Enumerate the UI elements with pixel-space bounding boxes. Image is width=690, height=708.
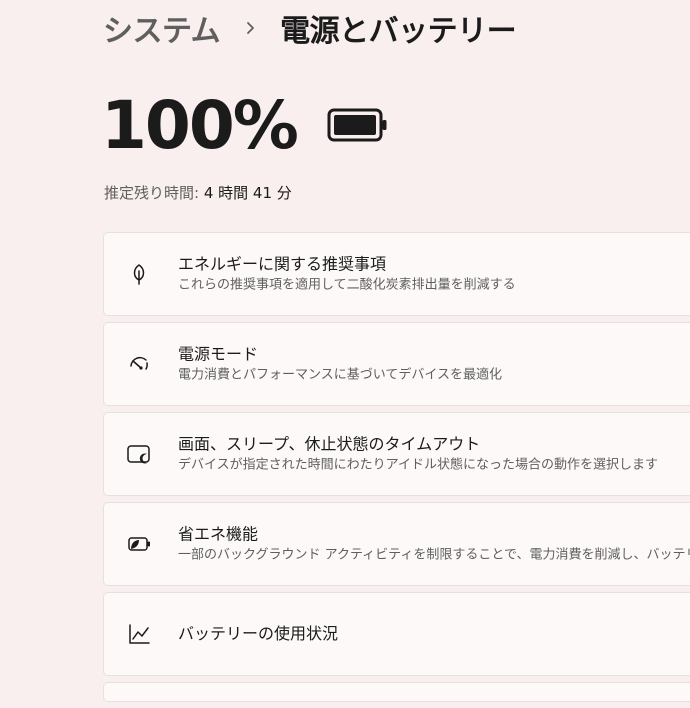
page-title: 電源とバッテリー bbox=[280, 14, 517, 49]
battery-estimate: 推定残り時間: 4 時間 41 分 bbox=[104, 182, 292, 203]
battery-percent: 100% bbox=[101, 86, 299, 164]
battery-usage-card[interactable]: バッテリーの使用状況 bbox=[103, 592, 690, 676]
breadcrumb-system-link[interactable]: システム bbox=[103, 6, 221, 50]
card-subtitle: 一部のバックグラウンド アクティビティを制限することで、電力消費を削減し、バッテ… bbox=[178, 547, 690, 563]
estimate-label: 推定残り時間: bbox=[104, 184, 204, 202]
battery-saver-card[interactable]: 省エネ機能 一部のバックグラウンド アクティビティを制限することで、電力消費を削… bbox=[103, 502, 690, 586]
estimate-value: 4 時間 41 分 bbox=[203, 184, 292, 202]
breadcrumb: システム 電源とバッテリー bbox=[103, 6, 517, 50]
battery-saver-icon bbox=[126, 531, 152, 557]
card-title: バッテリーの使用状況 bbox=[178, 624, 339, 643]
card-subtitle: 電力消費とパフォーマンスに基づいてデバイスを最適化 bbox=[178, 367, 502, 383]
settings-list: エネルギーに関する推奨事項 これらの推奨事項を適用して二酸化炭素排出量を削減する… bbox=[103, 232, 690, 708]
energy-recommendations-card[interactable]: エネルギーに関する推奨事項 これらの推奨事項を適用して二酸化炭素排出量を削減する bbox=[103, 232, 690, 316]
battery-status: 100% bbox=[101, 82, 389, 168]
chart-icon bbox=[126, 621, 152, 647]
card-title: 省エネ機能 bbox=[178, 524, 259, 544]
card-title: 画面、スリープ、休止状態のタイムアウト bbox=[178, 434, 481, 454]
chevron-right-icon bbox=[242, 19, 260, 37]
leaf-icon bbox=[126, 261, 152, 287]
card-subtitle: デバイスが指定された時間にわたりアイドル状態になった場合の動作を選択します bbox=[178, 457, 658, 473]
screen-sleep-timeout-card[interactable]: 画面、スリープ、休止状態のタイムアウト デバイスが指定された時間にわたりアイドル… bbox=[103, 412, 690, 496]
battery-full-icon bbox=[327, 108, 389, 142]
card-title: エネルギーに関する推奨事項 bbox=[178, 254, 387, 274]
card-title: 電源モード bbox=[178, 344, 259, 364]
next-card-partial[interactable] bbox=[103, 682, 690, 702]
card-subtitle: これらの推奨事項を適用して二酸化炭素排出量を削減する bbox=[178, 277, 516, 293]
power-mode-card[interactable]: 電源モード 電力消費とパフォーマンスに基づいてデバイスを最適化 bbox=[103, 322, 690, 406]
screen-sleep-icon bbox=[126, 441, 152, 467]
gauge-icon bbox=[126, 351, 152, 377]
